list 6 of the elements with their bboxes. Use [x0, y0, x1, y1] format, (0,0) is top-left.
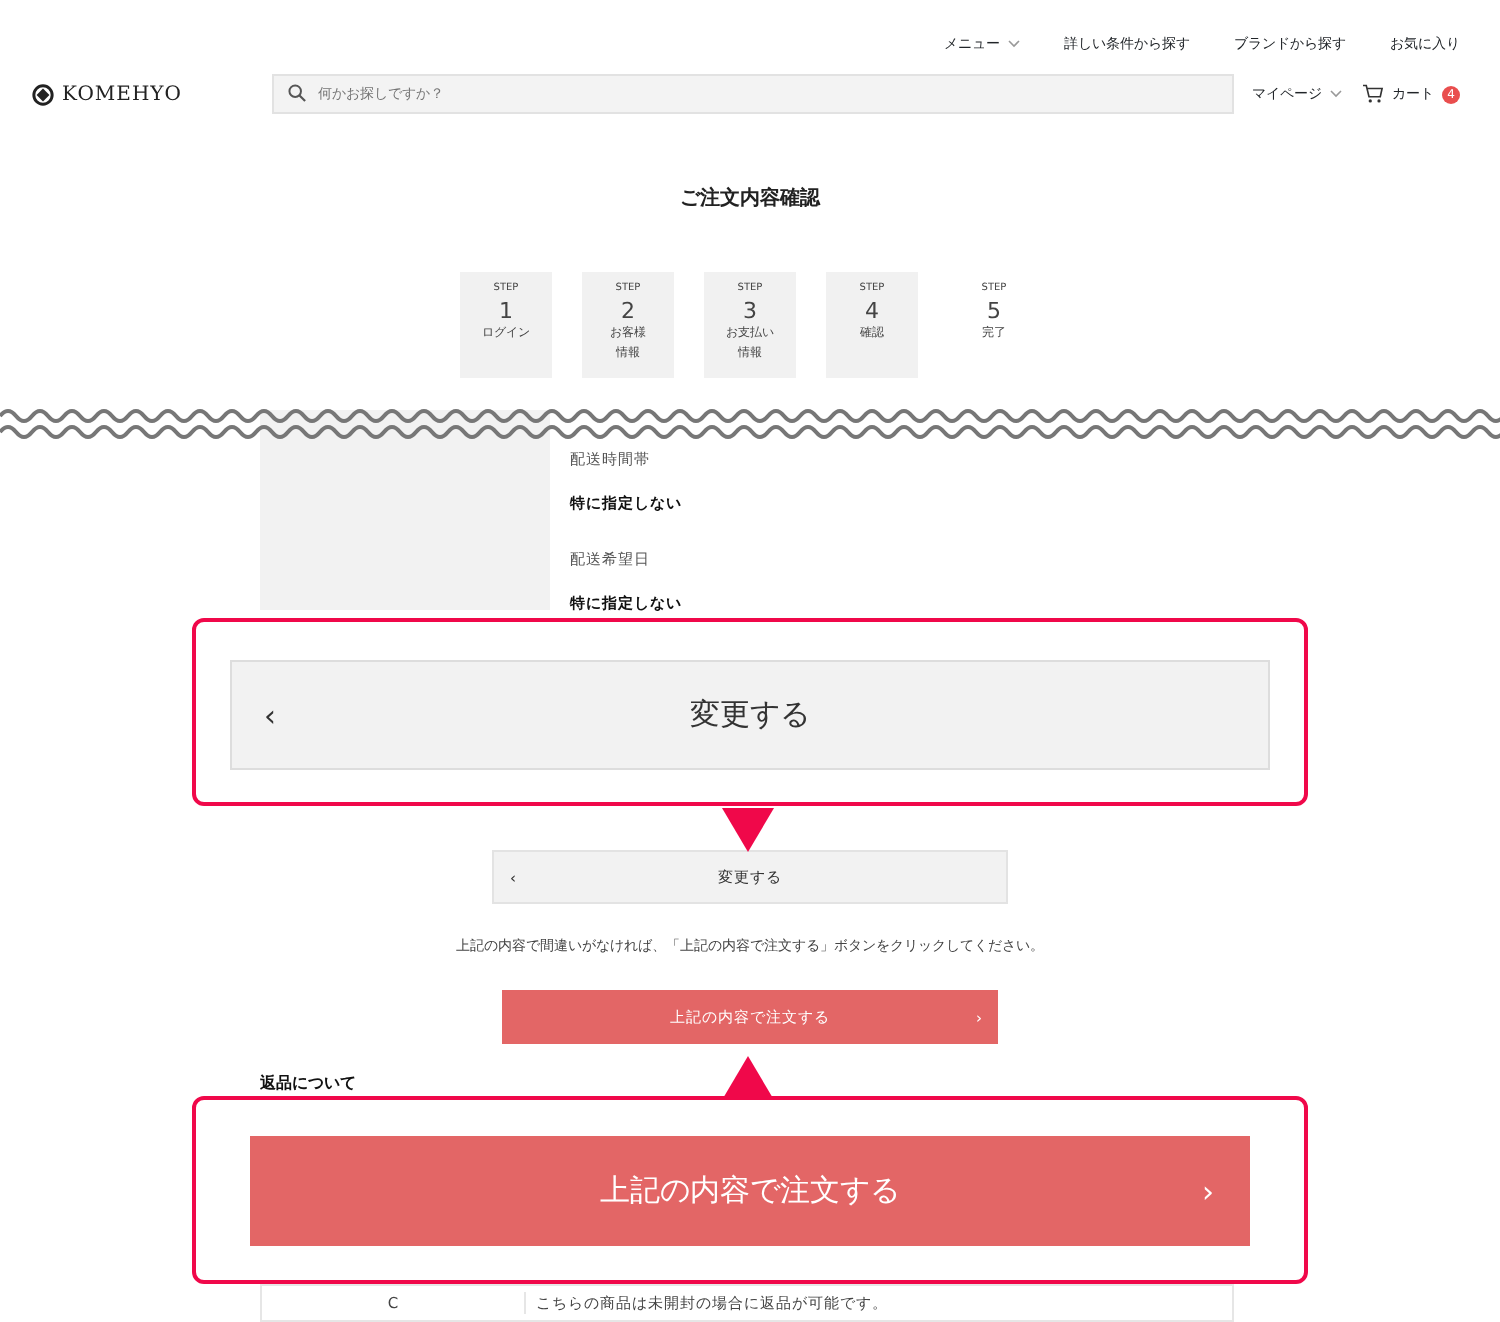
- logo-mark-icon: [32, 83, 54, 105]
- section-heading: 返品について: [260, 1074, 356, 1092]
- page-title: ご注文内容確認: [678, 184, 823, 212]
- cart-icon: [1362, 84, 1384, 104]
- zoomed-change-button[interactable]: ‹ 変更する: [230, 660, 1270, 770]
- logo[interactable]: KOMEHYO: [32, 79, 182, 109]
